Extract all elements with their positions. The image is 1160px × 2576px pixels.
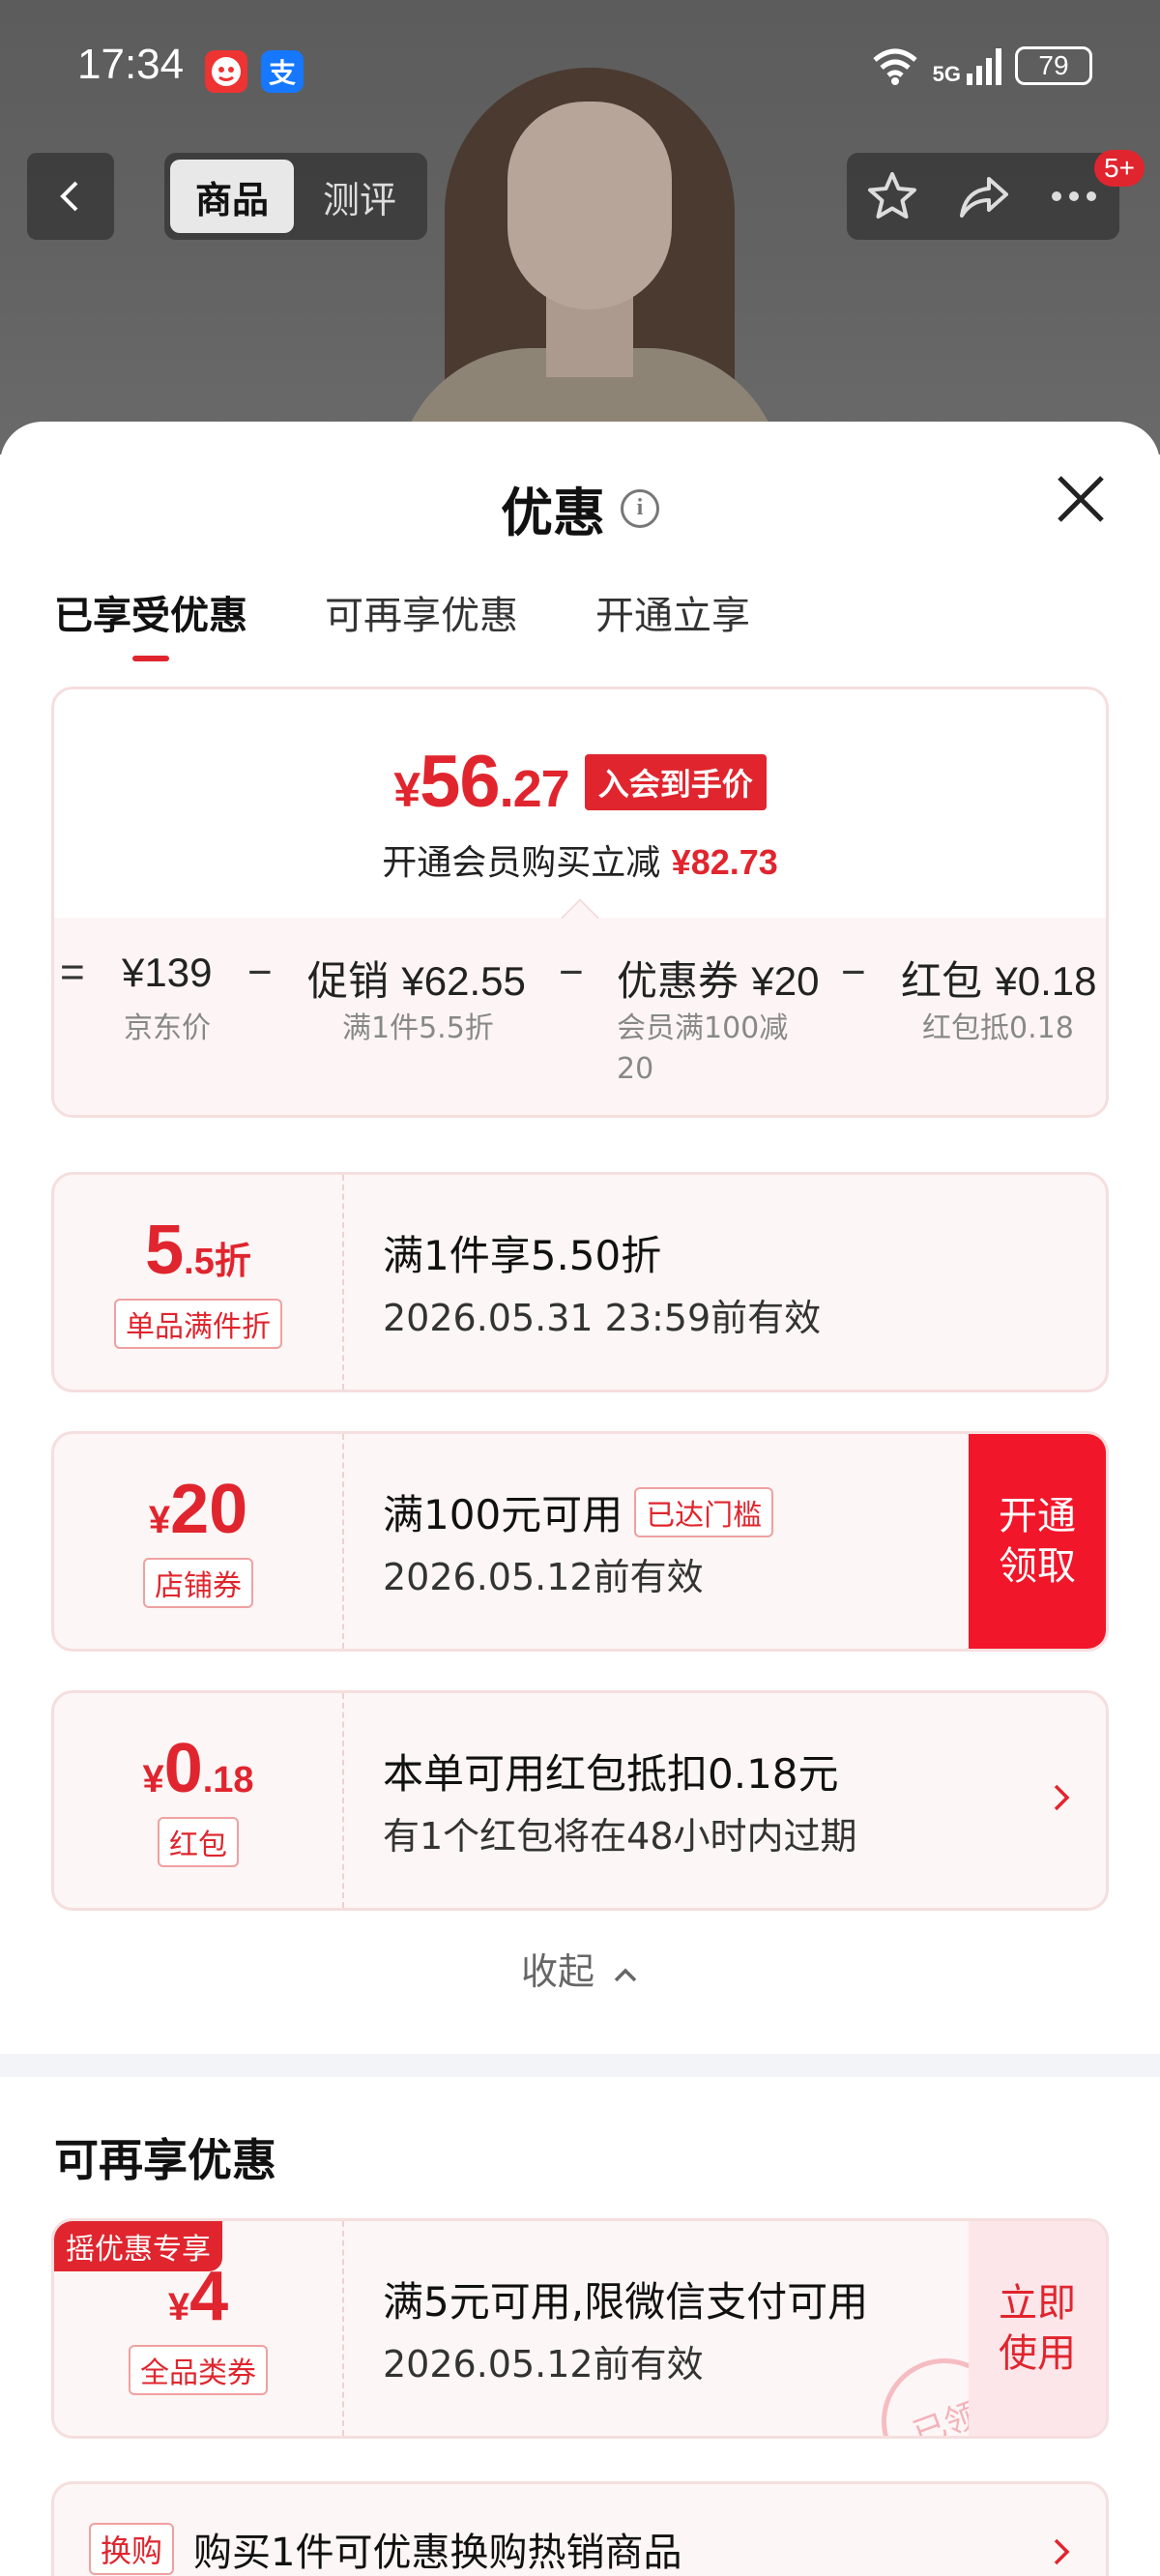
- coupon-type-tag: 单品满件折: [114, 1299, 282, 1349]
- coupon-amount: ¥0.18: [142, 1730, 254, 1807]
- breakdown-value: 红包 ¥0.18: [901, 957, 1097, 1005]
- breakdown-operator: −: [247, 949, 273, 996]
- coupon-expiry: 2026.05.31 23:59前有效: [383, 1297, 822, 1339]
- close-button[interactable]: [1052, 470, 1110, 528]
- coupon-expiry-note: 有1个红包将在48小时内过期: [383, 1815, 857, 1858]
- coupon-card: ¥20 店铺券 满100元可用 已达门槛 2026.05.12前有效 开通 领取: [51, 1431, 1109, 1652]
- status-bar: 17:34 支 5G 79: [0, 0, 1160, 135]
- discount-sheet: 优惠 i 已享受优惠 可再享优惠 开通立享 ¥56.27 入会到手价 开通会员购…: [0, 422, 1160, 2576]
- breakdown-value: ¥139: [122, 950, 213, 995]
- savings-amount: ¥82.73: [671, 842, 778, 882]
- price-summary-card: ¥56.27 入会到手价 开通会员购买立减 ¥82.73 = ¥139 京东价 …: [51, 687, 1109, 1118]
- coupon-type-tag: 店铺券: [143, 1558, 253, 1608]
- tab-more-discount[interactable]: 可再享优惠: [325, 584, 518, 661]
- member-price-badge: 入会到手价: [584, 753, 767, 810]
- open-and-claim-button[interactable]: 开通 领取: [969, 1434, 1106, 1649]
- coupon-amount: ¥4: [167, 2258, 229, 2335]
- breakdown-note: 满1件5.5折: [342, 1011, 494, 1045]
- coupon-amount: ¥20: [148, 1471, 248, 1548]
- battery-icon: 79: [1015, 46, 1092, 85]
- chevron-right-icon: [1054, 2538, 1070, 2565]
- exchange-text: 购买1件可优惠换购热销商品: [193, 2531, 682, 2575]
- coupon-title: 满100元可用: [383, 1491, 624, 1538]
- section-divider: [0, 2054, 1160, 2077]
- breakdown-operator: −: [841, 949, 866, 996]
- use-now-button[interactable]: 立即 使用: [969, 2221, 1106, 2436]
- breakdown-note: 京东价: [124, 1011, 211, 1045]
- breakdown-note: 会员满100减20: [617, 1011, 789, 1086]
- sheet-title: 优惠: [501, 483, 605, 543]
- share-button[interactable]: [949, 162, 1017, 230]
- tab-open-enjoy[interactable]: 开通立享: [595, 584, 750, 661]
- message-badge: 5+: [1094, 150, 1145, 187]
- threshold-reached-badge: 已达门槛: [634, 1486, 774, 1537]
- savings-label: 开通会员购买立减: [382, 843, 661, 883]
- breakdown-value: 促销 ¥62.55: [307, 957, 526, 1005]
- section-title: 可再享优惠: [54, 2134, 276, 2186]
- share-icon: [960, 177, 1008, 218]
- tab-product[interactable]: 商品: [170, 160, 294, 233]
- coupon-type-tag: 红包: [158, 1817, 239, 1867]
- breakdown-operator: =: [60, 949, 85, 996]
- back-button[interactable]: [27, 153, 114, 240]
- favorite-button[interactable]: [858, 162, 926, 230]
- coupon-title: 满5元可用,限微信支付可用: [383, 2278, 869, 2326]
- signal-icon: [967, 46, 1001, 85]
- coupon-type-tag: 全品类券: [129, 2345, 268, 2395]
- final-price: ¥56.27: [393, 741, 569, 823]
- wifi-icon: [873, 48, 917, 85]
- close-icon: [1058, 476, 1104, 522]
- chevron-right-icon: [1052, 1778, 1071, 1823]
- breakdown-operator: −: [559, 949, 584, 996]
- more-icon: [1052, 191, 1096, 201]
- chevron-left-icon: [60, 181, 78, 212]
- info-icon[interactable]: i: [621, 488, 659, 528]
- coupon-expiry: 2026.05.12前有效: [383, 1556, 704, 1598]
- network-label: 5G: [932, 62, 961, 86]
- coupon-amount: 5.5折: [145, 1212, 251, 1289]
- app-notification-icon: [205, 50, 247, 93]
- status-time: 17:34: [77, 41, 185, 88]
- star-icon: [868, 172, 916, 219]
- chevron-up-icon: [614, 1968, 637, 1981]
- discount-tabs: 已享受优惠 可再享优惠 开通立享: [54, 584, 750, 661]
- coupon-expiry: 2026.05.12前有效: [383, 2343, 704, 2386]
- coupon-title: 满1件享5.50折: [383, 1232, 662, 1279]
- breakdown-note: 红包抵0.18: [922, 1011, 1074, 1045]
- nav-tabs: 商品 测评: [164, 153, 427, 240]
- tab-review[interactable]: 测评: [298, 160, 421, 233]
- exchange-purchase-row[interactable]: 换购 购买1件可优惠换购热销商品: [51, 2481, 1109, 2576]
- breakdown-value: 优惠券 ¥20: [617, 957, 820, 1005]
- promo-label: 摇优惠专享: [54, 2221, 222, 2271]
- coupon-title: 本单可用红包抵扣0.18元: [383, 1750, 839, 1798]
- coupon-card: 5.5折 单品满件折 满1件享5.50折 2026.05.31 23:59前有效: [51, 1172, 1109, 1392]
- red-packet-card[interactable]: ¥0.18 红包 本单可用红包抵扣0.18元 有1个红包将在48小时内过期: [51, 1690, 1109, 1911]
- nav-actions: [847, 153, 1119, 240]
- alipay-icon: 支: [261, 50, 304, 93]
- exchange-tag: 换购: [89, 2523, 175, 2575]
- coupon-card: ¥4 全品类券 摇优惠专享 满5元可用,限微信支付可用 2026.05.12前有…: [51, 2218, 1109, 2439]
- collapse-button[interactable]: 收起: [0, 1942, 1160, 1995]
- tab-enjoyed[interactable]: 已享受优惠: [54, 584, 247, 661]
